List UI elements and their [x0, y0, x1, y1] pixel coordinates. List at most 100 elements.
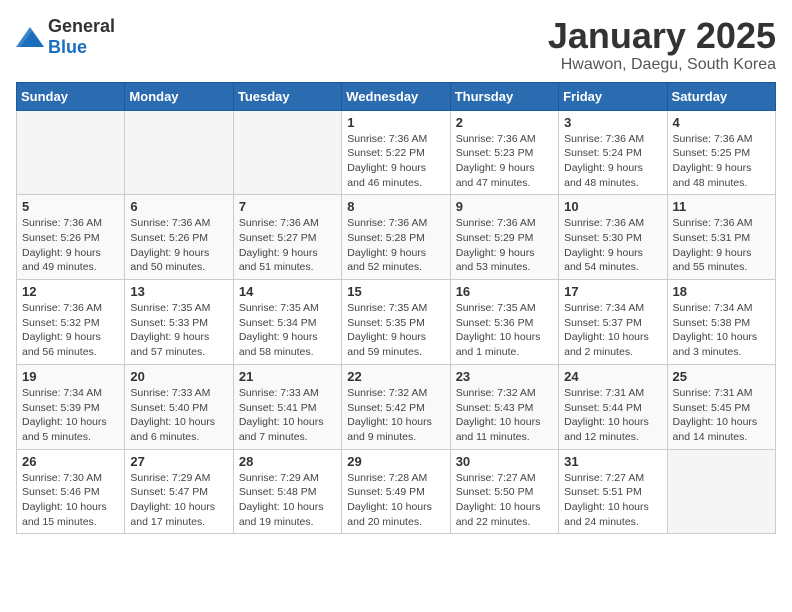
day-info: Sunrise: 7:31 AM Sunset: 5:45 PM Dayligh… — [673, 386, 770, 445]
day-number: 1 — [347, 115, 444, 130]
calendar-cell: 26 Sunrise: 7:30 AM Sunset: 5:46 PM Dayli… — [17, 449, 125, 534]
day-number: 27 — [130, 454, 227, 469]
day-number: 8 — [347, 199, 444, 214]
weekday-header: Sunday — [17, 82, 125, 110]
calendar-table: SundayMondayTuesdayWednesdayThursdayFrid… — [16, 82, 776, 535]
day-number: 16 — [456, 284, 553, 299]
day-info: Sunrise: 7:36 AM Sunset: 5:31 PM Dayligh… — [673, 216, 770, 275]
day-info: Sunrise: 7:34 AM Sunset: 5:37 PM Dayligh… — [564, 301, 661, 360]
calendar-cell: 7 Sunrise: 7:36 AM Sunset: 5:27 PM Daylig… — [233, 195, 341, 280]
calendar-cell: 2 Sunrise: 7:36 AM Sunset: 5:23 PM Daylig… — [450, 110, 558, 195]
logo-general: General — [48, 16, 115, 36]
calendar-cell: 23Sunrise: 7:32 AM Sunset: 5:43 PM Dayli… — [450, 364, 558, 449]
day-number: 11 — [673, 199, 770, 214]
title-block: January 2025 Hwawon, Daegu, South Korea — [548, 16, 776, 74]
calendar-cell: 8 Sunrise: 7:36 AM Sunset: 5:28 PM Daylig… — [342, 195, 450, 280]
calendar-cell: 1 Sunrise: 7:36 AM Sunset: 5:22 PM Daylig… — [342, 110, 450, 195]
day-info: Sunrise: 7:27 AM Sunset: 5:50 PM Dayligh… — [456, 471, 553, 530]
day-number: 14 — [239, 284, 336, 299]
day-info: Sunrise: 7:36 AM Sunset: 5:28 PM Dayligh… — [347, 216, 444, 275]
day-number: 31 — [564, 454, 661, 469]
day-info: Sunrise: 7:33 AM Sunset: 5:40 PM Dayligh… — [130, 386, 227, 445]
calendar-cell: 27 Sunrise: 7:29 AM Sunset: 5:47 PM Dayli… — [125, 449, 233, 534]
day-info: Sunrise: 7:36 AM Sunset: 5:26 PM Dayligh… — [130, 216, 227, 275]
day-info: Sunrise: 7:32 AM Sunset: 5:42 PM Dayligh… — [347, 386, 444, 445]
day-number: 5 — [22, 199, 119, 214]
day-number: 2 — [456, 115, 553, 130]
day-number: 17 — [564, 284, 661, 299]
day-number: 7 — [239, 199, 336, 214]
day-number: 9 — [456, 199, 553, 214]
day-number: 13 — [130, 284, 227, 299]
page-header: General Blue January 2025 Hwawon, Daegu,… — [16, 16, 776, 74]
day-info: Sunrise: 7:30 AM Sunset: 5:46 PM Dayligh… — [22, 471, 119, 530]
day-info: Sunrise: 7:36 AM Sunset: 5:26 PM Dayligh… — [22, 216, 119, 275]
weekday-header: Friday — [559, 82, 667, 110]
day-info: Sunrise: 7:31 AM Sunset: 5:44 PM Dayligh… — [564, 386, 661, 445]
calendar-week-row: 12 Sunrise: 7:36 AM Sunset: 5:32 PM Dayli… — [17, 280, 776, 365]
calendar-week-row: 1 Sunrise: 7:36 AM Sunset: 5:22 PM Daylig… — [17, 110, 776, 195]
calendar-cell: 11 Sunrise: 7:36 AM Sunset: 5:31 PM Dayli… — [667, 195, 775, 280]
calendar-cell: 4Sunrise: 7:36 AM Sunset: 5:25 PM Daylig… — [667, 110, 775, 195]
calendar-week-row: 5 Sunrise: 7:36 AM Sunset: 5:26 PM Daylig… — [17, 195, 776, 280]
day-number: 28 — [239, 454, 336, 469]
weekday-header: Monday — [125, 82, 233, 110]
day-number: 22 — [347, 369, 444, 384]
day-info: Sunrise: 7:35 AM Sunset: 5:36 PM Dayligh… — [456, 301, 553, 360]
logo: General Blue — [16, 16, 115, 58]
day-number: 29 — [347, 454, 444, 469]
day-number: 19 — [22, 369, 119, 384]
day-number: 6 — [130, 199, 227, 214]
weekday-header: Thursday — [450, 82, 558, 110]
day-info: Sunrise: 7:36 AM Sunset: 5:27 PM Dayligh… — [239, 216, 336, 275]
day-info: Sunrise: 7:34 AM Sunset: 5:39 PM Dayligh… — [22, 386, 119, 445]
day-number: 25 — [673, 369, 770, 384]
logo-blue: Blue — [48, 37, 87, 57]
day-info: Sunrise: 7:36 AM Sunset: 5:30 PM Dayligh… — [564, 216, 661, 275]
calendar-cell: 5 Sunrise: 7:36 AM Sunset: 5:26 PM Daylig… — [17, 195, 125, 280]
calendar-week-row: 26 Sunrise: 7:30 AM Sunset: 5:46 PM Dayli… — [17, 449, 776, 534]
weekday-header: Saturday — [667, 82, 775, 110]
day-info: Sunrise: 7:27 AM Sunset: 5:51 PM Dayligh… — [564, 471, 661, 530]
calendar-cell: 18Sunrise: 7:34 AM Sunset: 5:38 PM Dayli… — [667, 280, 775, 365]
calendar-cell: 9 Sunrise: 7:36 AM Sunset: 5:29 PM Daylig… — [450, 195, 558, 280]
day-info: Sunrise: 7:33 AM Sunset: 5:41 PM Dayligh… — [239, 386, 336, 445]
calendar-subtitle: Hwawon, Daegu, South Korea — [548, 56, 776, 74]
calendar-cell — [17, 110, 125, 195]
calendar-cell: 19 Sunrise: 7:34 AM Sunset: 5:39 PM Dayli… — [17, 364, 125, 449]
calendar-cell: 25 Sunrise: 7:31 AM Sunset: 5:45 PM Dayli… — [667, 364, 775, 449]
day-info: Sunrise: 7:36 AM Sunset: 5:22 PM Dayligh… — [347, 132, 444, 191]
day-number: 20 — [130, 369, 227, 384]
day-number: 24 — [564, 369, 661, 384]
calendar-cell: 14 Sunrise: 7:35 AM Sunset: 5:34 PM Dayli… — [233, 280, 341, 365]
day-number: 3 — [564, 115, 661, 130]
calendar-cell: 10Sunrise: 7:36 AM Sunset: 5:30 PM Dayli… — [559, 195, 667, 280]
calendar-cell — [125, 110, 233, 195]
weekday-header: Tuesday — [233, 82, 341, 110]
day-number: 4 — [673, 115, 770, 130]
calendar-cell: 15Sunrise: 7:35 AM Sunset: 5:35 PM Dayli… — [342, 280, 450, 365]
calendar-cell: 30Sunrise: 7:27 AM Sunset: 5:50 PM Dayli… — [450, 449, 558, 534]
day-info: Sunrise: 7:29 AM Sunset: 5:48 PM Dayligh… — [239, 471, 336, 530]
day-number: 21 — [239, 369, 336, 384]
logo-icon — [16, 27, 44, 47]
day-info: Sunrise: 7:34 AM Sunset: 5:38 PM Dayligh… — [673, 301, 770, 360]
day-info: Sunrise: 7:29 AM Sunset: 5:47 PM Dayligh… — [130, 471, 227, 530]
calendar-cell: 21 Sunrise: 7:33 AM Sunset: 5:41 PM Dayli… — [233, 364, 341, 449]
day-info: Sunrise: 7:36 AM Sunset: 5:29 PM Dayligh… — [456, 216, 553, 275]
calendar-cell — [667, 449, 775, 534]
calendar-cell: 12 Sunrise: 7:36 AM Sunset: 5:32 PM Dayli… — [17, 280, 125, 365]
day-number: 26 — [22, 454, 119, 469]
day-info: Sunrise: 7:35 AM Sunset: 5:34 PM Dayligh… — [239, 301, 336, 360]
calendar-cell: 6 Sunrise: 7:36 AM Sunset: 5:26 PM Daylig… — [125, 195, 233, 280]
logo-text: General Blue — [48, 16, 115, 58]
day-info: Sunrise: 7:28 AM Sunset: 5:49 PM Dayligh… — [347, 471, 444, 530]
calendar-cell: 29 Sunrise: 7:28 AM Sunset: 5:49 PM Dayli… — [342, 449, 450, 534]
day-info: Sunrise: 7:36 AM Sunset: 5:24 PM Dayligh… — [564, 132, 661, 191]
calendar-cell: 20 Sunrise: 7:33 AM Sunset: 5:40 PM Dayli… — [125, 364, 233, 449]
day-number: 12 — [22, 284, 119, 299]
day-info: Sunrise: 7:36 AM Sunset: 5:23 PM Dayligh… — [456, 132, 553, 191]
day-info: Sunrise: 7:36 AM Sunset: 5:32 PM Dayligh… — [22, 301, 119, 360]
calendar-cell: 3 Sunrise: 7:36 AM Sunset: 5:24 PM Daylig… — [559, 110, 667, 195]
calendar-cell: 16 Sunrise: 7:35 AM Sunset: 5:36 PM Dayli… — [450, 280, 558, 365]
